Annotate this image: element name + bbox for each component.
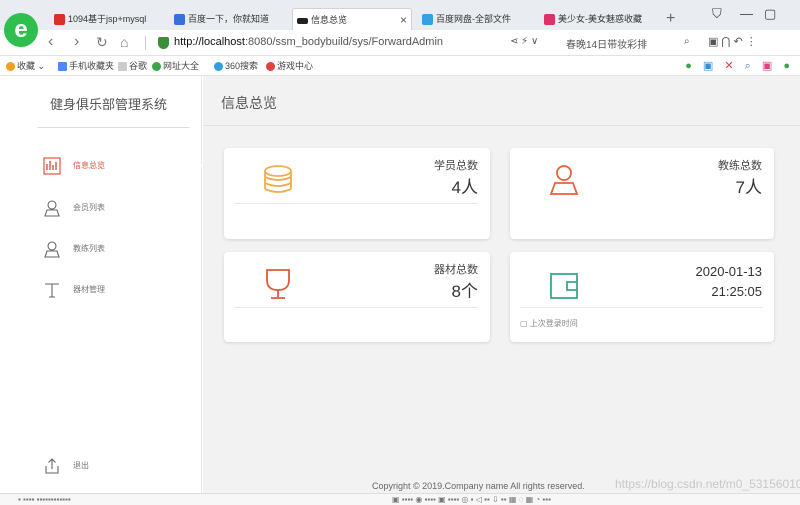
favorites-bar: 收藏 ⌄ 手机收藏夹 谷歌 网址大全 360搜索 游戏中心 ● ▣ ✕ ⌕ ▣ … [0,56,800,76]
divider [37,127,189,128]
stat-card-coaches: 教练总数 7人 [510,148,774,239]
stat-value: 7人 [735,178,762,197]
status-tray-icons[interactable]: ▣ ▪▪▪▪ ◉ ▪▪▪▪ ▣ ▪▪▪▪ ◎ ▪ ◁ ▪▪ ⇩ ▪▪ ▦ ◌ ▦… [392,494,551,505]
trophy-icon [266,269,290,299]
browser-tab[interactable]: 百度一下，你就知道 [170,8,282,30]
tab-favicon-icon [422,14,433,26]
search-icon[interactable]: ⌕ [684,36,690,47]
site-icon [152,62,161,72]
favorite-link[interactable]: 360搜索 [214,56,258,76]
back-icon[interactable]: ‹ [48,33,53,51]
maximize-icon[interactable]: ▢ [764,6,776,22]
tab-favicon-icon [174,14,185,26]
user-icon [549,165,579,195]
watermark: https://blog.csdn.net/m0_53156010 [615,477,800,491]
logout-icon [45,458,59,474]
close-icon[interactable]: × [400,9,407,30]
chart-icon [43,157,61,175]
last-login-time: 21:25:05 [711,284,762,299]
sidebar-item-members[interactable]: 会员列表 [15,196,202,222]
user-icon [44,241,60,258]
main-content: 信息总览 学员总数 4人 教练总数 7人 器材总数 8个 2020-01-13 … [203,76,800,493]
divider [520,307,762,308]
sidebar-item-coaches[interactable]: 教练列表 [15,237,202,263]
logout-button[interactable]: 退出 [15,454,202,480]
sidebar-item-equipment[interactable]: 器材管理 [15,278,202,304]
status-text: ▪ ▪▪▪▪ ▪▪▪▪▪▪▪▪▪▪▪▪ [18,495,71,504]
stat-card-students: 学员总数 4人 [224,148,490,239]
app-container: 健身俱乐部管理系统 信息总览 会员列表 教练列表 器材管理 退出 信息总览 学员… [0,76,800,493]
phone-icon [58,62,67,72]
share-icon[interactable]: ⋖ ⚡ ∨ [510,36,538,47]
text-icon [45,283,59,298]
favorite-link[interactable]: 游戏中心 [266,56,313,76]
shield-icon [158,37,169,49]
star-icon [6,62,15,72]
stat-value: 8个 [451,282,478,301]
skin-icon[interactable]: ⛉ [712,6,722,22]
divider [234,307,478,308]
wallet-icon [550,273,578,299]
address-bar: ‹ › ↻ ⌂ http://localhost:8080/ssm_bodybu… [0,30,800,56]
tab-favicon-icon [54,14,65,26]
game-icon [266,62,275,72]
database-icon [264,165,292,193]
sidebar-item-label: 信息总览 [73,161,105,170]
tab-favicon-icon [297,17,308,24]
page-title: 信息总览 [221,95,277,111]
search-icon [214,62,223,72]
sidebar-item-label: 会员列表 [73,203,105,212]
forward-icon[interactable]: › [74,33,79,51]
browser-tab[interactable]: 百度网盘-全部文件 [418,8,526,30]
home-icon[interactable]: ⌂ [120,34,128,50]
divider [145,36,146,50]
page-icon [118,62,127,72]
stat-value: 4人 [451,178,478,197]
last-login-card: 2020-01-13 21:25:05 ▢ 上次登录时间 [510,252,774,342]
news-ticker[interactable]: 春晚14日带妆彩排 [566,36,647,51]
copyright-footer: Copyright © 2019.Company name All rights… [372,481,585,491]
new-tab-button[interactable]: + [666,10,675,28]
active-indicator [195,158,203,174]
status-bar: ▪ ▪▪▪▪ ▪▪▪▪▪▪▪▪▪▪▪▪ ▣ ▪▪▪▪ ◉ ▪▪▪▪ ▣ ▪▪▪▪… [0,493,800,505]
favorite-link[interactable]: 网址大全 [152,56,199,76]
favorite-link[interactable]: 手机收藏夹 [58,56,114,76]
browser-tab[interactable]: 美少女-美女魅惑收藏 [540,8,652,30]
last-login-caption: ▢ 上次登录时间 [520,319,578,328]
user-icon [44,200,60,217]
tab-favicon-icon [544,14,555,26]
browser-logo-icon: e [4,13,38,47]
browser-tab-bar: 1094基于jsp+mysql 百度一下，你就知道 信息总览 × 百度网盘-全部… [0,0,800,30]
app-title: 健身俱乐部管理系统 [49,97,167,112]
refresh-icon[interactable]: ↻ [96,34,108,51]
extension-icons[interactable]: ● ▣ ✕ ⌕ ▣ ● [685,56,794,76]
browser-tab[interactable]: 1094基于jsp+mysql [50,8,162,30]
sidebar: 健身俱乐部管理系统 信息总览 会员列表 教练列表 器材管理 退出 [15,76,202,493]
divider [234,203,478,204]
sidebar-item-label: 教练列表 [73,244,105,253]
browser-tab-active[interactable]: 信息总览 × [292,8,412,30]
minimize-icon[interactable]: — [740,6,753,21]
sidebar-item-overview[interactable]: 信息总览 [15,154,202,180]
last-login-date: 2020-01-13 [695,264,763,279]
logout-label: 退出 [73,461,89,470]
url-input[interactable]: http://localhost:8080/ssm_bodybuild/sys/… [174,36,443,48]
favorite-link[interactable]: 收藏 ⌄ [6,56,45,76]
calendar-icon: ▢ [520,319,528,328]
sidebar-item-label: 器材管理 [73,285,105,294]
stat-label: 器材总数 [434,264,478,276]
stat-label: 学员总数 [434,160,478,172]
stat-label: 教练总数 [718,160,762,172]
main-header: 信息总览 [203,76,800,126]
toolbar-icons[interactable]: ▣ ⋂ ↶ ⋮ [708,35,757,48]
favorite-link[interactable]: 谷歌 [118,56,147,76]
stat-card-equipment: 器材总数 8个 [224,252,490,342]
